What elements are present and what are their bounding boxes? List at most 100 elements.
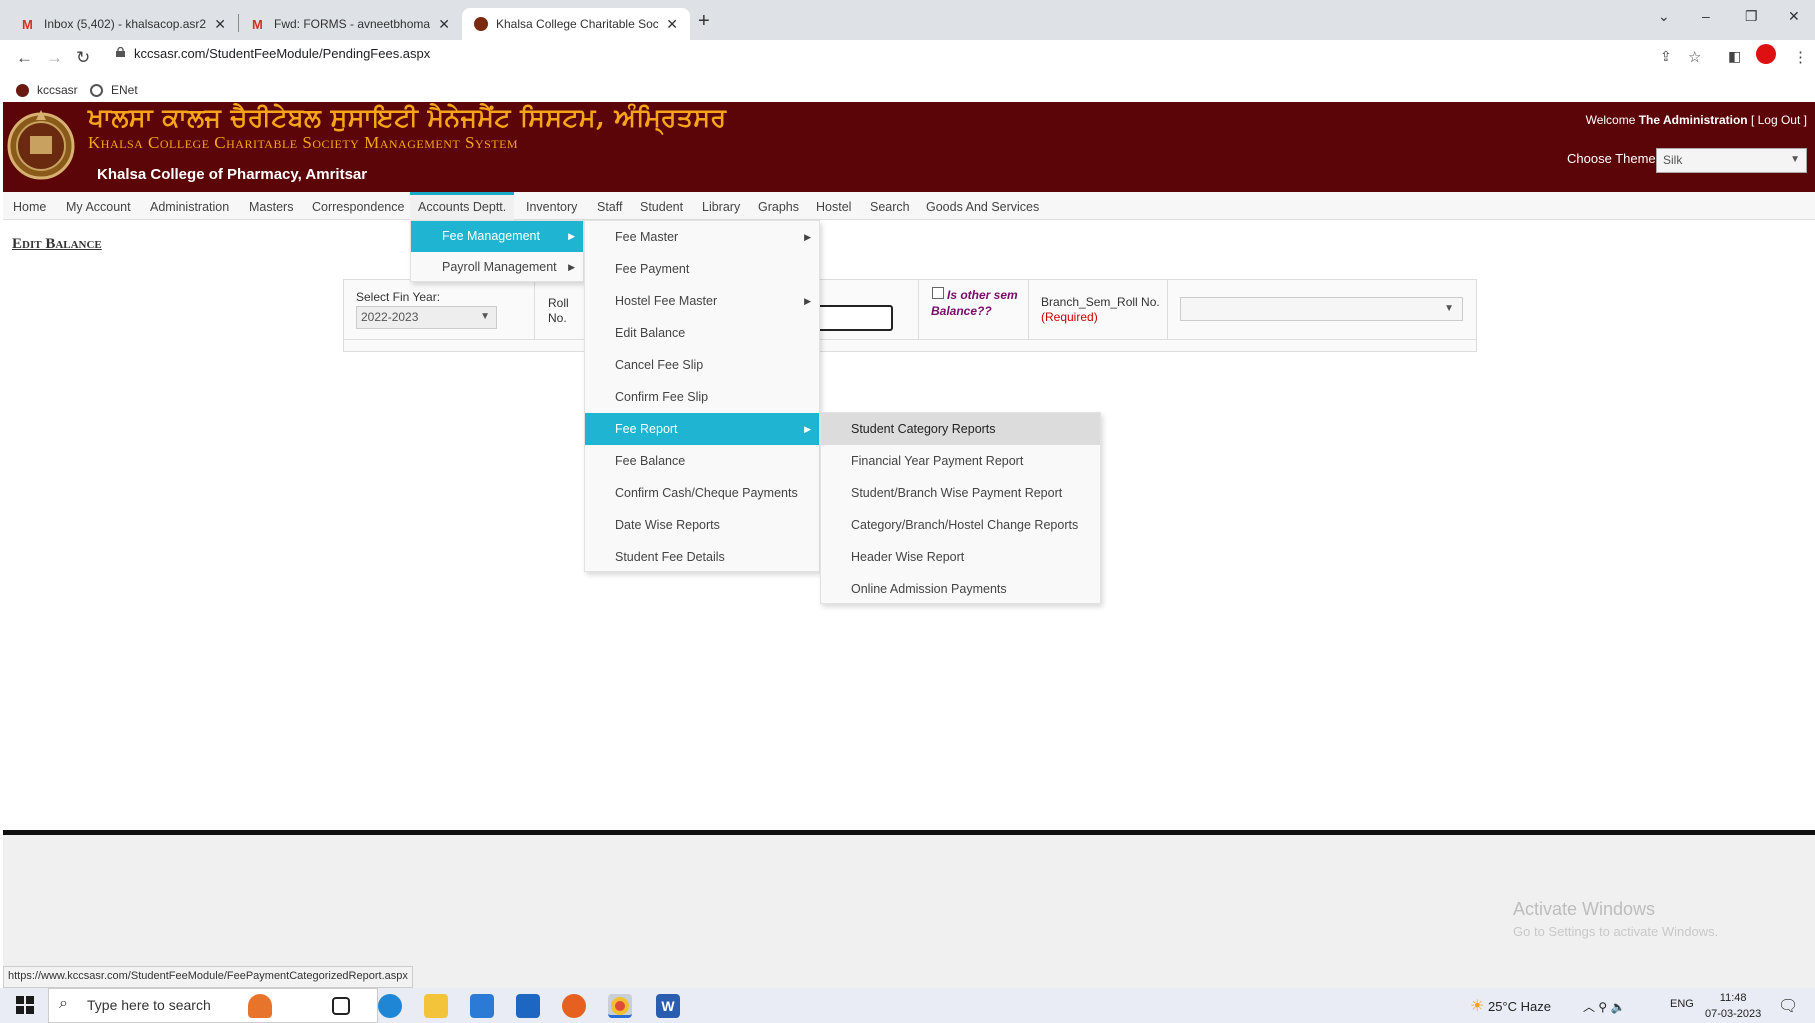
menu-student[interactable]: Student [638,192,685,220]
close-icon[interactable]: ✕ [666,16,678,33]
taskbar-search-input[interactable]: ⌕ Type here to search [48,988,378,1023]
chevron-down-icon: ▼ [1790,154,1800,165]
word-icon[interactable]: W [656,994,680,1018]
menu-confirm-cash-cheque[interactable]: Confirm Cash/Cheque Payments [585,477,819,509]
menu-masters[interactable]: Masters [247,192,295,220]
edge-icon[interactable] [378,994,402,1018]
star-icon[interactable]: ☆ [1688,48,1701,66]
chevron-right-icon: ▶ [804,232,811,242]
menu-library[interactable]: Library [700,192,742,220]
menu-accounts-deptt[interactable]: Accounts Deptt. [410,192,514,220]
forward-icon[interactable]: → [46,48,63,68]
menu-fee-master[interactable]: Fee Master ▶ [585,221,819,253]
notification-icon[interactable]: 🗨 [1778,996,1798,1016]
menu-category-branch-hostel-change[interactable]: Category/Branch/Hostel Change Reports [821,509,1100,541]
chevron-right-icon: ▶ [804,296,811,306]
language-indicator[interactable]: ENG [1670,998,1694,1010]
share-icon[interactable]: ⇪ [1660,48,1672,65]
bookmark-enet[interactable]: ENet [90,78,138,102]
system-tray[interactable]: ︿ ⚲ 🔈 [1583,998,1625,1015]
close-window-button[interactable]: ✕ [1788,8,1800,25]
welcome-text: Welcome The Administration [ Log Out ] [1585,113,1807,127]
close-icon[interactable]: ✕ [438,16,450,33]
weather-widget[interactable]: ☀ 25°C Haze [1470,996,1551,1016]
minimize-button[interactable]: – [1702,8,1710,24]
volume-muted-icon: 🔈 [1610,1000,1626,1014]
menu-financial-year-payment-report[interactable]: Financial Year Payment Report [821,445,1100,477]
menu-staff[interactable]: Staff [595,192,624,220]
side-panel-icon[interactable]: ◧ [1728,48,1741,65]
haze-icon: ☀ [1470,998,1485,1015]
chevron-right-icon: ▶ [804,424,811,434]
url-field[interactable]: kccsasr.com/StudentFeeModule/PendingFees… [134,45,430,63]
reload-icon[interactable]: ↻ [76,48,90,68]
chevron-up-icon: ︿ [1583,1000,1596,1014]
menu-hostel[interactable]: Hostel [814,192,853,220]
kebab-menu-icon[interactable]: ⋮ [1793,48,1808,66]
menu-confirm-fee-slip[interactable]: Confirm Fee Slip [585,381,819,413]
menu-header-wise-report[interactable]: Header Wise Report [821,541,1100,573]
menu-student-fee-details[interactable]: Student Fee Details [585,541,819,573]
tab-search-icon[interactable]: ⌄ [1658,8,1670,25]
fin-year-label: Select Fin Year: [356,290,441,304]
restore-button[interactable]: ❐ [1745,8,1758,25]
bookmark-kccsasr[interactable]: kccsasr [16,78,78,102]
profile-avatar[interactable] [1756,44,1776,64]
chevron-down-icon: ▼ [1444,303,1454,314]
menu-student-branch-payment-report[interactable]: Student/Branch Wise Payment Report [821,477,1100,509]
accounts-dropdown: Fee Management ▶ Payroll Management ▶ [410,220,584,282]
menu-hostel-fee-master[interactable]: Hostel Fee Master ▶ [585,285,819,317]
firefox-icon[interactable] [562,994,586,1018]
menu-student-category-reports[interactable]: Student Category Reports [821,413,1100,445]
activate-windows-subtitle: Go to Settings to activate Windows. [1513,924,1719,939]
menu-fee-balance[interactable]: Fee Balance [585,445,819,477]
gmail-icon: M [22,17,33,32]
menu-search[interactable]: Search [868,192,912,220]
menu-edit-balance[interactable]: Edit Balance [585,317,819,349]
menu-graphs[interactable]: Graphs [756,192,801,220]
menu-inventory[interactable]: Inventory [524,192,579,220]
new-tab-button[interactable]: + [698,10,710,33]
tab-inbox[interactable]: M Inbox (5,402) - khalsacop.asr200 ✕ [10,8,238,40]
header-title-english: Khalsa College Charitable Society Manage… [88,133,519,152]
globe-icon [90,83,103,97]
menu-goods-and-services[interactable]: Goods And Services [924,192,1041,220]
gmail-icon: M [252,17,263,32]
user-name: The Administration [1638,113,1748,127]
store-icon[interactable] [470,994,494,1018]
branch-sem-roll-label: Branch_Sem_Roll No. [1041,295,1160,309]
theme-label: Choose Theme : [1567,151,1663,166]
header-title-gurmukhi: ਖਾਲਸਾ ਕਾਲਜ ਚੈਰੀਟੇਬਲ ਸੁਸਾਇਟੀ ਮੈਨੇਜਮੈਂਟ ਸਿ… [88,103,727,132]
menu-payroll-management[interactable]: Payroll Management ▶ [411,252,583,283]
menu-fee-management[interactable]: Fee Management ▶ [411,221,583,252]
other-sem-balance-checkbox[interactable] [932,287,944,299]
taskbar-clock[interactable]: 11:48 07-03-2023 [1705,990,1761,1022]
menu-home[interactable]: Home [11,192,48,220]
tab-khalsa[interactable]: Khalsa College Charitable Societ ✕ [462,8,690,40]
windows-start-icon[interactable] [16,996,34,1014]
mail-icon[interactable] [516,994,540,1018]
menu-fee-report[interactable]: Fee Report ▶ [585,413,819,445]
tab-fwd-forms[interactable]: M Fwd: FORMS - avneetbhoma@g ✕ [240,8,462,40]
status-bar-url: https://www.kccsasr.com/StudentFeeModule… [3,966,413,988]
menu-administration[interactable]: Administration [148,192,231,220]
menu-my-account[interactable]: My Account [64,192,133,220]
branch-sem-roll-select[interactable]: ▼ [1180,297,1463,321]
task-view-icon[interactable] [332,997,350,1015]
menu-cancel-fee-slip[interactable]: Cancel Fee Slip [585,349,819,381]
logout-link[interactable]: [ Log Out ] [1751,113,1807,127]
menu-online-admission-payments[interactable]: Online Admission Payments [821,573,1100,605]
close-icon[interactable]: ✕ [214,16,226,33]
chrome-icon[interactable] [608,994,632,1018]
menu-correspondence[interactable]: Correspondence [310,192,406,220]
menu-date-wise-reports[interactable]: Date Wise Reports [585,509,819,541]
people-icon[interactable] [248,994,272,1018]
back-icon[interactable]: ← [16,48,33,68]
page-title: Edit Balance [12,236,102,252]
fee-report-submenu: Student Category Reports Financial Year … [820,412,1101,604]
fin-year-select[interactable]: 2022-2023 ▼ [356,306,497,329]
theme-select[interactable]: Silk ▼ [1656,148,1807,173]
file-explorer-icon[interactable] [424,994,448,1018]
activate-windows-title: Activate Windows [1513,899,1656,919]
menu-fee-payment[interactable]: Fee Payment [585,253,819,285]
